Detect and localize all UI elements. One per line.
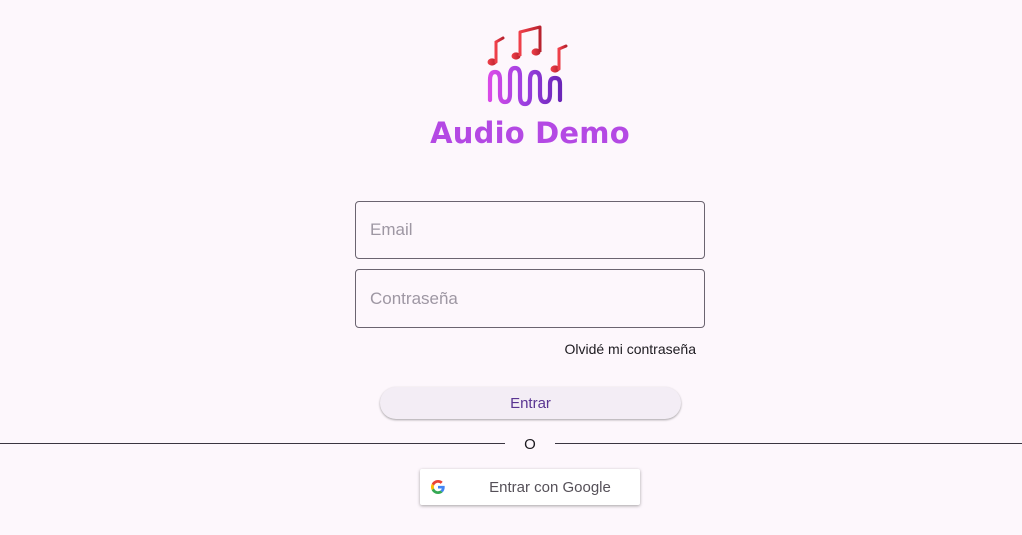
email-field[interactable] bbox=[355, 201, 705, 259]
forgot-password-link[interactable]: Olvidé mi contraseña bbox=[564, 341, 696, 357]
app-title: Audio Demo bbox=[430, 116, 630, 150]
divider-line-left bbox=[0, 443, 505, 444]
login-button[interactable]: Entrar bbox=[380, 387, 681, 419]
google-icon bbox=[431, 480, 445, 494]
login-page: Audio Demo Olvidé mi contraseña Entrar O… bbox=[0, 0, 1022, 535]
divider-line-right bbox=[555, 443, 1022, 444]
password-field[interactable] bbox=[355, 269, 705, 328]
google-signin-label: Entrar con Google bbox=[489, 479, 611, 496]
google-signin-button[interactable]: Entrar con Google bbox=[420, 469, 640, 505]
audio-logo-icon bbox=[487, 25, 568, 107]
divider-text: O bbox=[524, 436, 536, 453]
